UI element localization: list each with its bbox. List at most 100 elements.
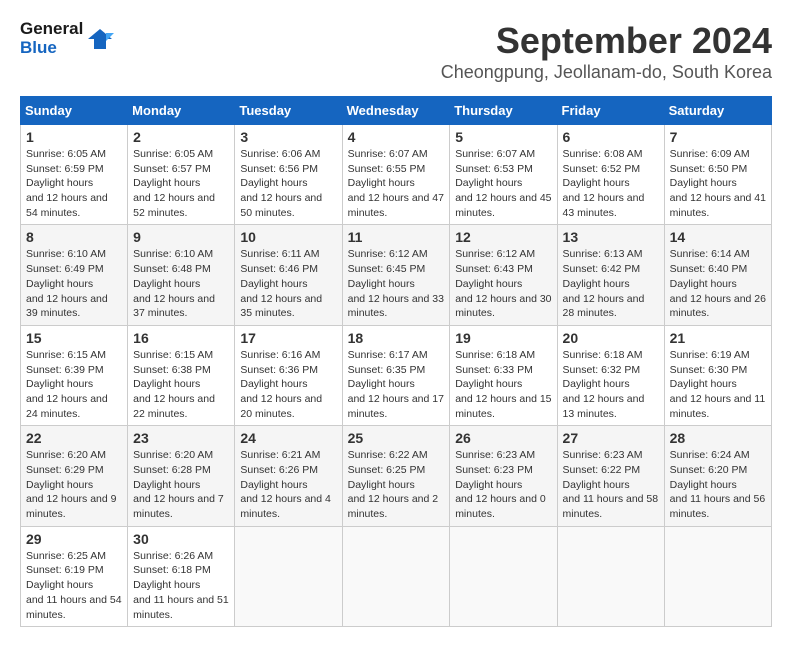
header-sunday: Sunday [21, 97, 128, 125]
day-number: 19 [455, 330, 551, 346]
day-number: 29 [26, 531, 122, 547]
header-friday: Friday [557, 97, 664, 125]
calendar-cell: 17 Sunrise: 6:16 AM Sunset: 6:36 PM Dayl… [235, 325, 342, 425]
day-number: 26 [455, 430, 551, 446]
logo-text: General Blue [20, 20, 83, 57]
day-number: 6 [563, 129, 659, 145]
day-info: Sunrise: 6:20 AM Sunset: 6:29 PM Dayligh… [26, 448, 122, 521]
calendar-cell: 14 Sunrise: 6:14 AM Sunset: 6:40 PM Dayl… [664, 225, 771, 325]
calendar-cell: 1 Sunrise: 6:05 AM Sunset: 6:59 PM Dayli… [21, 125, 128, 225]
day-info: Sunrise: 6:18 AM Sunset: 6:32 PM Dayligh… [563, 348, 659, 421]
calendar-cell: 24 Sunrise: 6:21 AM Sunset: 6:26 PM Dayl… [235, 426, 342, 526]
day-number: 1 [26, 129, 122, 145]
calendar-cell: 18 Sunrise: 6:17 AM Sunset: 6:35 PM Dayl… [342, 325, 450, 425]
day-info: Sunrise: 6:25 AM Sunset: 6:19 PM Dayligh… [26, 549, 122, 622]
day-number: 30 [133, 531, 229, 547]
day-info: Sunrise: 6:07 AM Sunset: 6:55 PM Dayligh… [348, 147, 445, 220]
day-number: 20 [563, 330, 659, 346]
day-number: 8 [26, 229, 122, 245]
calendar-cell: 20 Sunrise: 6:18 AM Sunset: 6:32 PM Dayl… [557, 325, 664, 425]
calendar-cell: 4 Sunrise: 6:07 AM Sunset: 6:55 PM Dayli… [342, 125, 450, 225]
calendar-header: SundayMondayTuesdayWednesdayThursdayFrid… [21, 97, 772, 125]
month-title: September 2024 [441, 20, 772, 62]
day-number: 28 [670, 430, 766, 446]
calendar-cell: 28 Sunrise: 6:24 AM Sunset: 6:20 PM Dayl… [664, 426, 771, 526]
day-info: Sunrise: 6:10 AM Sunset: 6:48 PM Dayligh… [133, 247, 229, 320]
logo-icon [86, 25, 114, 53]
day-number: 21 [670, 330, 766, 346]
title-section: September 2024 Cheongpung, Jeollanam-do,… [441, 20, 772, 83]
day-number: 25 [348, 430, 445, 446]
day-info: Sunrise: 6:11 AM Sunset: 6:46 PM Dayligh… [240, 247, 336, 320]
day-info: Sunrise: 6:23 AM Sunset: 6:22 PM Dayligh… [563, 448, 659, 521]
day-number: 4 [348, 129, 445, 145]
calendar-cell: 23 Sunrise: 6:20 AM Sunset: 6:28 PM Dayl… [128, 426, 235, 526]
calendar-cell: 22 Sunrise: 6:20 AM Sunset: 6:29 PM Dayl… [21, 426, 128, 526]
calendar-cell: 3 Sunrise: 6:06 AM Sunset: 6:56 PM Dayli… [235, 125, 342, 225]
calendar-cell: 5 Sunrise: 6:07 AM Sunset: 6:53 PM Dayli… [450, 125, 557, 225]
day-number: 5 [455, 129, 551, 145]
day-info: Sunrise: 6:07 AM Sunset: 6:53 PM Dayligh… [455, 147, 551, 220]
calendar-table: SundayMondayTuesdayWednesdayThursdayFrid… [20, 96, 772, 627]
day-number: 2 [133, 129, 229, 145]
day-number: 22 [26, 430, 122, 446]
day-number: 7 [670, 129, 766, 145]
day-number: 16 [133, 330, 229, 346]
calendar-cell: 9 Sunrise: 6:10 AM Sunset: 6:48 PM Dayli… [128, 225, 235, 325]
day-info: Sunrise: 6:09 AM Sunset: 6:50 PM Dayligh… [670, 147, 766, 220]
calendar-cell: 26 Sunrise: 6:23 AM Sunset: 6:23 PM Dayl… [450, 426, 557, 526]
day-info: Sunrise: 6:23 AM Sunset: 6:23 PM Dayligh… [455, 448, 551, 521]
location-title: Cheongpung, Jeollanam-do, South Korea [441, 62, 772, 83]
day-number: 13 [563, 229, 659, 245]
week-row-3: 15 Sunrise: 6:15 AM Sunset: 6:39 PM Dayl… [21, 325, 772, 425]
header-thursday: Thursday [450, 97, 557, 125]
day-number: 9 [133, 229, 229, 245]
calendar-cell: 12 Sunrise: 6:12 AM Sunset: 6:43 PM Dayl… [450, 225, 557, 325]
week-row-4: 22 Sunrise: 6:20 AM Sunset: 6:29 PM Dayl… [21, 426, 772, 526]
day-number: 23 [133, 430, 229, 446]
day-info: Sunrise: 6:14 AM Sunset: 6:40 PM Dayligh… [670, 247, 766, 320]
day-number: 11 [348, 229, 445, 245]
day-info: Sunrise: 6:19 AM Sunset: 6:30 PM Dayligh… [670, 348, 766, 421]
day-info: Sunrise: 6:26 AM Sunset: 6:18 PM Dayligh… [133, 549, 229, 622]
day-info: Sunrise: 6:17 AM Sunset: 6:35 PM Dayligh… [348, 348, 445, 421]
day-number: 10 [240, 229, 336, 245]
calendar-cell: 7 Sunrise: 6:09 AM Sunset: 6:50 PM Dayli… [664, 125, 771, 225]
day-info: Sunrise: 6:15 AM Sunset: 6:38 PM Dayligh… [133, 348, 229, 421]
day-number: 12 [455, 229, 551, 245]
day-number: 24 [240, 430, 336, 446]
day-info: Sunrise: 6:16 AM Sunset: 6:36 PM Dayligh… [240, 348, 336, 421]
header-wednesday: Wednesday [342, 97, 450, 125]
calendar-cell: 10 Sunrise: 6:11 AM Sunset: 6:46 PM Dayl… [235, 225, 342, 325]
day-info: Sunrise: 6:05 AM Sunset: 6:59 PM Dayligh… [26, 147, 122, 220]
day-info: Sunrise: 6:12 AM Sunset: 6:43 PM Dayligh… [455, 247, 551, 320]
day-info: Sunrise: 6:24 AM Sunset: 6:20 PM Dayligh… [670, 448, 766, 521]
day-info: Sunrise: 6:12 AM Sunset: 6:45 PM Dayligh… [348, 247, 445, 320]
calendar-cell: 6 Sunrise: 6:08 AM Sunset: 6:52 PM Dayli… [557, 125, 664, 225]
calendar-cell: 19 Sunrise: 6:18 AM Sunset: 6:33 PM Dayl… [450, 325, 557, 425]
day-info: Sunrise: 6:21 AM Sunset: 6:26 PM Dayligh… [240, 448, 336, 521]
week-row-2: 8 Sunrise: 6:10 AM Sunset: 6:49 PM Dayli… [21, 225, 772, 325]
calendar-cell: 16 Sunrise: 6:15 AM Sunset: 6:38 PM Dayl… [128, 325, 235, 425]
day-info: Sunrise: 6:15 AM Sunset: 6:39 PM Dayligh… [26, 348, 122, 421]
header-monday: Monday [128, 97, 235, 125]
day-info: Sunrise: 6:08 AM Sunset: 6:52 PM Dayligh… [563, 147, 659, 220]
calendar-cell: 11 Sunrise: 6:12 AM Sunset: 6:45 PM Dayl… [342, 225, 450, 325]
day-number: 14 [670, 229, 766, 245]
day-info: Sunrise: 6:13 AM Sunset: 6:42 PM Dayligh… [563, 247, 659, 320]
day-info: Sunrise: 6:06 AM Sunset: 6:56 PM Dayligh… [240, 147, 336, 220]
day-info: Sunrise: 6:05 AM Sunset: 6:57 PM Dayligh… [133, 147, 229, 220]
day-number: 3 [240, 129, 336, 145]
calendar-cell: 13 Sunrise: 6:13 AM Sunset: 6:42 PM Dayl… [557, 225, 664, 325]
day-info: Sunrise: 6:22 AM Sunset: 6:25 PM Dayligh… [348, 448, 445, 521]
week-row-1: 1 Sunrise: 6:05 AM Sunset: 6:59 PM Dayli… [21, 125, 772, 225]
day-info: Sunrise: 6:18 AM Sunset: 6:33 PM Dayligh… [455, 348, 551, 421]
day-info: Sunrise: 6:20 AM Sunset: 6:28 PM Dayligh… [133, 448, 229, 521]
day-number: 17 [240, 330, 336, 346]
calendar-cell: 2 Sunrise: 6:05 AM Sunset: 6:57 PM Dayli… [128, 125, 235, 225]
calendar-cell: 25 Sunrise: 6:22 AM Sunset: 6:25 PM Dayl… [342, 426, 450, 526]
day-number: 18 [348, 330, 445, 346]
logo: General Blue [20, 20, 114, 57]
day-number: 15 [26, 330, 122, 346]
day-info: Sunrise: 6:10 AM Sunset: 6:49 PM Dayligh… [26, 247, 122, 320]
